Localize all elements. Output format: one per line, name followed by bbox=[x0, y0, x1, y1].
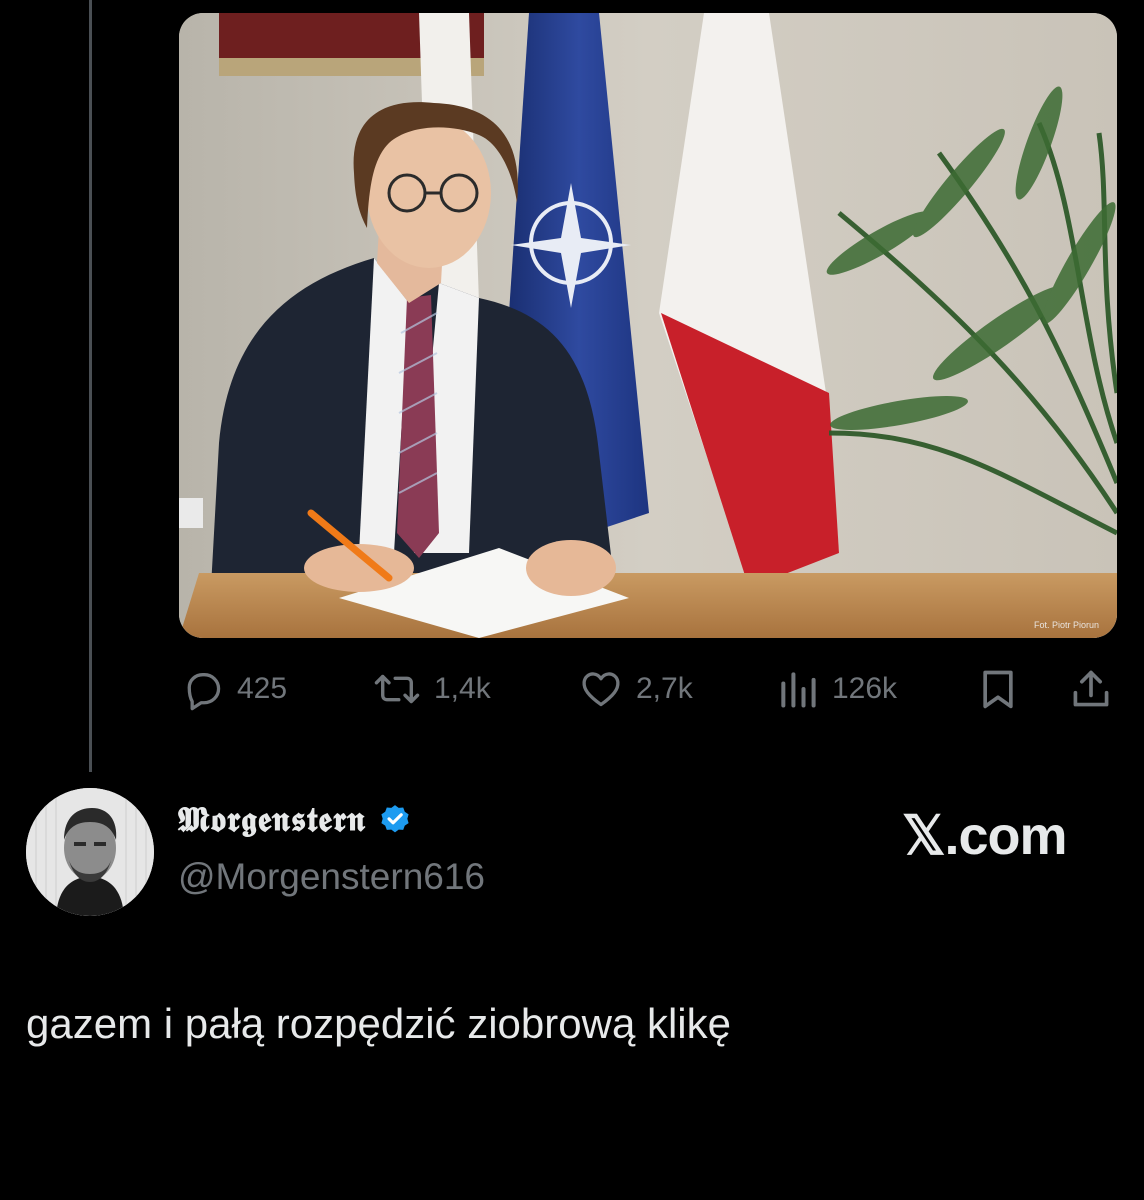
heart-icon bbox=[578, 667, 624, 711]
thread-line bbox=[89, 0, 92, 772]
author-name-group[interactable]: 𝕸𝖔𝖗𝖌𝖊𝖓𝖘𝖙𝖊𝖗𝖓 bbox=[178, 800, 412, 840]
like-count: 2,7k bbox=[636, 672, 693, 705]
share-icon bbox=[1069, 667, 1113, 711]
avatar[interactable] bbox=[26, 788, 154, 916]
bookmark-icon bbox=[978, 667, 1018, 711]
author-handle[interactable]: @Morgenstern616 bbox=[178, 856, 485, 898]
post-actions: 425 1,4k 2,7k 126k bbox=[179, 663, 1117, 715]
views-button[interactable]: 126k bbox=[776, 663, 897, 715]
bookmark-button[interactable] bbox=[978, 663, 1018, 715]
reply-count: 425 bbox=[237, 672, 288, 705]
verified-badge-icon bbox=[378, 803, 412, 837]
views-icon bbox=[776, 667, 820, 711]
repost-count: 1,4k bbox=[434, 672, 491, 705]
avatar-photo bbox=[26, 788, 154, 916]
photo-scene bbox=[179, 13, 1117, 638]
tweet-text: gazem i pałą rozpędzić ziobrową klikę bbox=[26, 1000, 731, 1047]
reply-button[interactable]: 425 bbox=[181, 663, 287, 715]
post-photo[interactable]: Fot. Piotr Piorun bbox=[179, 13, 1117, 638]
share-button[interactable] bbox=[1069, 663, 1113, 715]
brand-logo: 𝕏.com bbox=[902, 806, 1068, 866]
author-name: 𝕸𝖔𝖗𝖌𝖊𝖓𝖘𝖙𝖊𝖗𝖓 bbox=[178, 800, 366, 840]
like-button[interactable]: 2,7k bbox=[578, 663, 693, 715]
repost-icon bbox=[372, 667, 422, 711]
reply-icon bbox=[181, 667, 225, 711]
photo-credit: Fot. Piotr Piorun bbox=[1033, 620, 1099, 630]
quote-author-row: 𝕸𝖔𝖗𝖌𝖊𝖓𝖘𝖙𝖊𝖗𝖓 @Morgenstern616 𝕏.com bbox=[26, 786, 1126, 916]
views-count: 126k bbox=[832, 672, 898, 705]
repost-button[interactable]: 1,4k bbox=[372, 663, 491, 715]
